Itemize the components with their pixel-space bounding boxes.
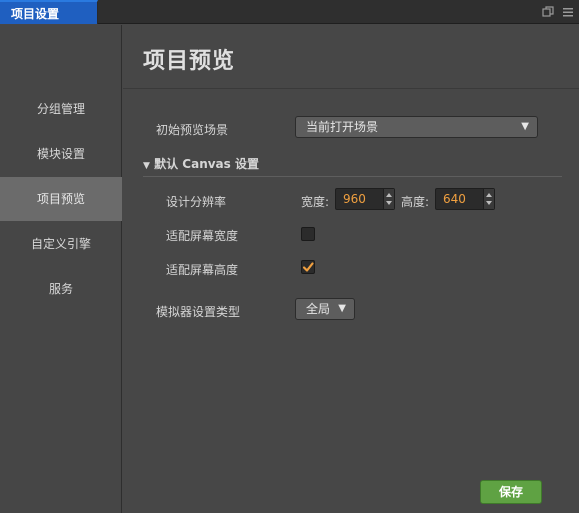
canvas-section-title: 默认 Canvas 设置: [154, 157, 259, 171]
main-panel: 项目预览 初始预览场景 当前打开场景 ▼ ▼ 默认 Canvas 设置 设计分辨…: [123, 25, 579, 513]
title-divider: [123, 88, 579, 89]
page-title: 项目预览: [143, 49, 236, 74]
tab-bar-controls: [541, 5, 575, 19]
save-button[interactable]: 保存: [480, 480, 542, 504]
width-input[interactable]: 960: [335, 188, 395, 210]
height-input[interactable]: 640: [435, 188, 495, 210]
height-label: 高度:: [401, 195, 430, 209]
width-label: 宽度:: [301, 195, 330, 209]
tab-project-settings[interactable]: 项目设置: [0, 0, 98, 24]
initial-scene-value: 当前打开场景: [306, 120, 379, 134]
fit-height-label: 适配屏幕高度: [166, 263, 239, 277]
sidebar-item-project-preview[interactable]: 项目预览: [0, 177, 122, 221]
canvas-section-header[interactable]: ▼ 默认 Canvas 设置: [143, 155, 259, 172]
dropdown-arrow-icon: ▼: [521, 121, 529, 132]
sidebar-item-custom-engine[interactable]: 自定义引擎: [0, 222, 122, 266]
sidebar-item-group-management[interactable]: 分组管理: [0, 87, 122, 131]
height-value: 640: [443, 192, 466, 206]
restore-icon[interactable]: [541, 5, 555, 19]
menu-icon[interactable]: [561, 5, 575, 19]
design-resolution-label: 设计分辨率: [166, 195, 227, 209]
simulator-settings-label: 模拟器设置类型: [156, 305, 241, 319]
dropdown-arrow-icon: ▼: [338, 303, 346, 314]
height-stepper[interactable]: [483, 189, 494, 209]
collapse-triangle-icon: ▼: [143, 161, 150, 171]
fit-height-checkbox[interactable]: [301, 260, 315, 274]
simulator-type-select[interactable]: 全局 ▼: [295, 298, 355, 320]
sidebar-item-services[interactable]: 服务: [0, 267, 122, 311]
width-stepper[interactable]: [383, 189, 394, 209]
tab-bar: 项目设置: [0, 0, 579, 24]
sidebar: 分组管理 模块设置 项目预览 自定义引擎 服务: [0, 25, 122, 513]
width-value: 960: [343, 192, 366, 206]
initial-scene-select[interactable]: 当前打开场景 ▼: [295, 116, 538, 138]
checkmark-icon: [302, 262, 314, 272]
fit-width-label: 适配屏幕宽度: [166, 229, 239, 243]
simulator-type-value: 全局: [306, 302, 331, 316]
initial-scene-label: 初始预览场景: [156, 123, 229, 137]
section-divider: [143, 176, 562, 177]
sidebar-item-module-settings[interactable]: 模块设置: [0, 132, 122, 176]
fit-width-checkbox[interactable]: [301, 227, 315, 241]
